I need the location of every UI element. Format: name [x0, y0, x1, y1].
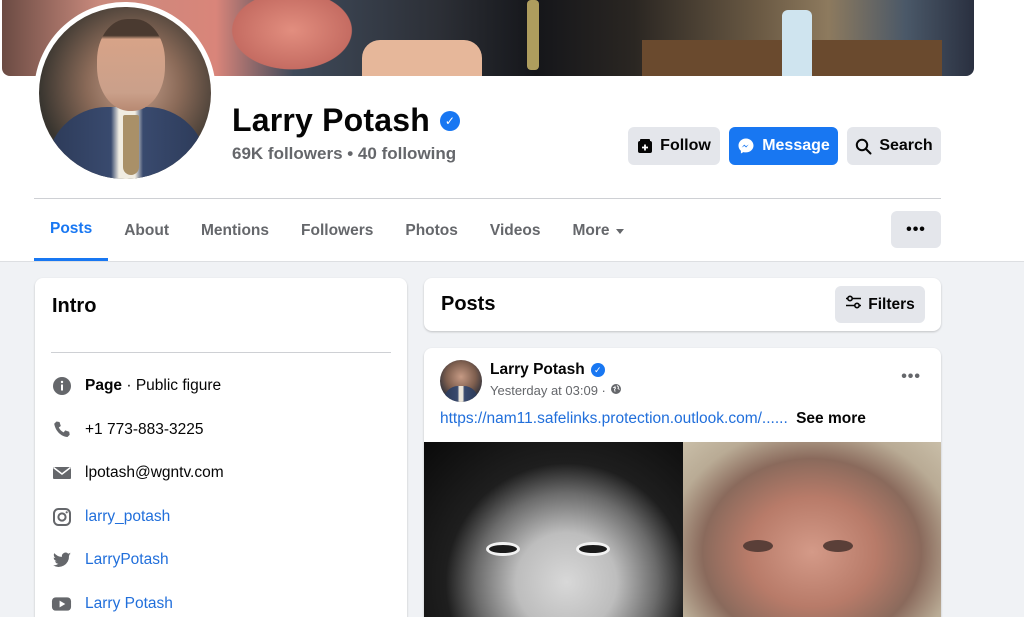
- see-more-link[interactable]: See more: [796, 410, 866, 427]
- avatar-tie: [123, 115, 139, 175]
- post-card: Larry Potash ✓ Yesterday at 03:09 · ••• …: [424, 348, 941, 617]
- globe-icon: [610, 383, 622, 398]
- follow-icon: [637, 138, 653, 154]
- category-label: Page: [85, 376, 123, 394]
- intro-divider: [51, 352, 391, 353]
- intro-phone: +1 773-883-3225: [51, 419, 204, 440]
- youtube-link[interactable]: Larry Potash: [85, 595, 173, 613]
- post-author-row: Larry Potash ✓: [490, 361, 605, 379]
- intro-twitter: LarryPotash: [51, 549, 169, 570]
- search-button[interactable]: Search: [847, 127, 941, 165]
- profile-name: Larry Potash: [232, 102, 431, 138]
- tab-photos[interactable]: Photos: [389, 200, 474, 261]
- post-image-right-photo: [683, 442, 941, 617]
- post-author-name[interactable]: Larry Potash: [490, 361, 585, 379]
- post-author-avatar[interactable]: [440, 360, 482, 402]
- left-photo-eye: [576, 542, 610, 556]
- post-link[interactable]: https://nam11.safelinks.protection.outlo…: [440, 410, 788, 427]
- post-image[interactable]: [424, 442, 941, 617]
- filters-button[interactable]: Filters: [835, 286, 925, 323]
- posts-title: Posts: [441, 293, 496, 315]
- profile-options-button[interactable]: •••: [891, 211, 941, 248]
- profile-picture[interactable]: [34, 2, 216, 184]
- cover-person-shirt: [222, 0, 362, 76]
- profile-photo: [39, 7, 211, 179]
- tab-about[interactable]: About: [108, 200, 185, 261]
- post-timestamp[interactable]: Yesterday at 03:09 ·: [490, 383, 606, 398]
- tab-more[interactable]: More: [556, 200, 639, 261]
- category-value: · Public figure: [122, 376, 222, 394]
- tab-more-label: More: [572, 221, 610, 239]
- intro-email: lpotash@wgntv.com: [51, 462, 224, 483]
- search-icon: [855, 138, 872, 155]
- intro-card: Intro Page · Public figure +1 773-883-32…: [35, 278, 407, 617]
- tab-mentions[interactable]: Mentions: [185, 200, 285, 261]
- profile-tabs: Posts About Mentions Followers Photos Vi…: [34, 200, 640, 261]
- post-meta: Yesterday at 03:09 ·: [490, 383, 622, 398]
- cover-hands: [362, 40, 482, 76]
- post-image-left-photo: [424, 442, 683, 617]
- tab-followers[interactable]: Followers: [285, 200, 389, 261]
- profile-name-row: Larry Potash ✓: [232, 102, 461, 139]
- verified-badge-icon: ✓: [440, 110, 461, 131]
- intro-youtube: Larry Potash: [51, 593, 173, 614]
- phone-number[interactable]: +1 773-883-3225: [85, 421, 204, 439]
- filters-icon: [845, 295, 862, 314]
- right-photo-eye: [823, 540, 853, 552]
- cover-water-bottle: [782, 10, 812, 76]
- instagram-icon: [51, 506, 72, 527]
- info-icon: [51, 375, 72, 396]
- avatar-head: [97, 19, 165, 111]
- caret-down-icon: [615, 229, 624, 234]
- twitter-link[interactable]: LarryPotash: [85, 551, 169, 569]
- youtube-icon: [51, 593, 72, 614]
- twitter-icon: [51, 549, 72, 570]
- intro-category: Page · Public figure: [51, 375, 221, 396]
- header-divider: [34, 198, 941, 199]
- filters-label: Filters: [868, 295, 915, 313]
- intro-title: Intro: [52, 295, 97, 317]
- verified-badge-icon: ✓: [590, 363, 605, 377]
- cover-necklace: [527, 0, 539, 70]
- tab-posts[interactable]: Posts: [34, 200, 109, 261]
- messenger-icon: [737, 137, 755, 155]
- message-button[interactable]: Message: [729, 127, 838, 165]
- left-photo-eye: [486, 542, 520, 556]
- search-label: Search: [879, 137, 933, 154]
- avatar-suit-small: [444, 386, 478, 402]
- right-photo-eye: [743, 540, 773, 552]
- phone-icon: [51, 419, 72, 440]
- intro-instagram: larry_potash: [51, 506, 170, 527]
- message-label: Message: [762, 137, 830, 154]
- follow-label: Follow: [660, 137, 711, 154]
- post-text: https://nam11.safelinks.protection.outlo…: [440, 410, 866, 428]
- post-options-button[interactable]: •••: [901, 368, 921, 386]
- follow-button[interactable]: Follow: [628, 127, 720, 165]
- email-icon: [51, 462, 72, 483]
- email-address[interactable]: lpotash@wgntv.com: [85, 464, 224, 482]
- followers-count[interactable]: 69K followers • 40 following: [232, 144, 456, 164]
- tab-videos[interactable]: Videos: [474, 200, 557, 261]
- instagram-link[interactable]: larry_potash: [85, 508, 170, 526]
- posts-header-card: Posts Filters: [424, 278, 941, 331]
